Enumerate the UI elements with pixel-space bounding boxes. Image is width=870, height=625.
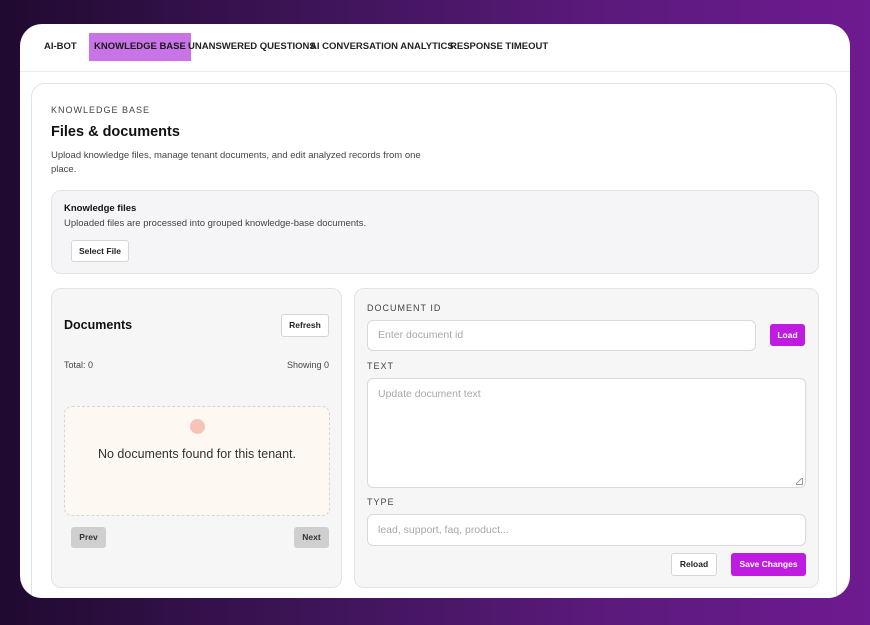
type-input[interactable]: lead, support, faq, product... (367, 514, 806, 546)
documents-title: Documents (64, 318, 133, 332)
text-label: TEXT (367, 361, 395, 371)
documents-total: Total: 0 (64, 360, 94, 370)
load-button[interactable]: Load (770, 324, 805, 346)
type-label: TYPE (367, 497, 395, 507)
document-editor-panel: DOCUMENT ID Enter document id Load TEXT … (354, 288, 819, 588)
app-window: AI-BOT KNOWLEDGE BASE UNANSWERED QUESTIO… (20, 24, 850, 598)
empty-state: No documents found for this tenant. (64, 406, 330, 516)
empty-state-message: No documents found for this tenant. (97, 447, 297, 461)
tab-ai-bot[interactable]: AI-BOT (44, 33, 77, 61)
empty-state-dot-icon (190, 419, 205, 434)
tab-knowledge-base[interactable]: KNOWLEDGE BASE (89, 33, 191, 61)
next-page-button[interactable]: Next (294, 527, 329, 548)
knowledge-files-title: Knowledge files (64, 203, 137, 214)
document-id-input[interactable]: Enter document id (367, 320, 756, 351)
section-eyebrow: KNOWLEDGE BASE (51, 105, 151, 115)
tab-unanswered-questions[interactable]: UNANSWERED QUESTIONS (188, 33, 316, 61)
tab-bar: AI-BOT KNOWLEDGE BASE UNANSWERED QUESTIO… (20, 24, 850, 72)
knowledge-files-panel: Knowledge files Uploaded files are proce… (51, 190, 819, 274)
documents-showing: Showing 0 (286, 360, 329, 370)
page-title: Files & documents (51, 124, 180, 140)
save-changes-button[interactable]: Save Changes (731, 553, 806, 576)
select-file-button[interactable]: Select File (71, 240, 129, 262)
knowledge-files-subtitle: Uploaded files are processed into groupe… (64, 218, 367, 229)
reload-button[interactable]: Reload (671, 553, 717, 576)
knowledge-base-card: KNOWLEDGE BASE Files & documents Upload … (31, 83, 837, 598)
resize-handle-icon[interactable] (796, 478, 803, 485)
prev-page-button[interactable]: Prev (71, 527, 106, 548)
page-description: Upload knowledge files, manage tenant do… (51, 150, 421, 175)
tab-response-timeout[interactable]: RESPONSE TIMEOUT (450, 33, 548, 61)
document-text-placeholder: Update document text (378, 388, 481, 400)
refresh-button[interactable]: Refresh (281, 314, 329, 337)
document-text-area[interactable]: Update document text (367, 378, 806, 488)
document-id-label: DOCUMENT ID (367, 303, 442, 313)
tab-ai-conversation-analytics[interactable]: AI CONVERSATION ANALYTICS (310, 33, 454, 61)
documents-panel: Documents Refresh Total: 0 Showing 0 No … (51, 288, 342, 588)
